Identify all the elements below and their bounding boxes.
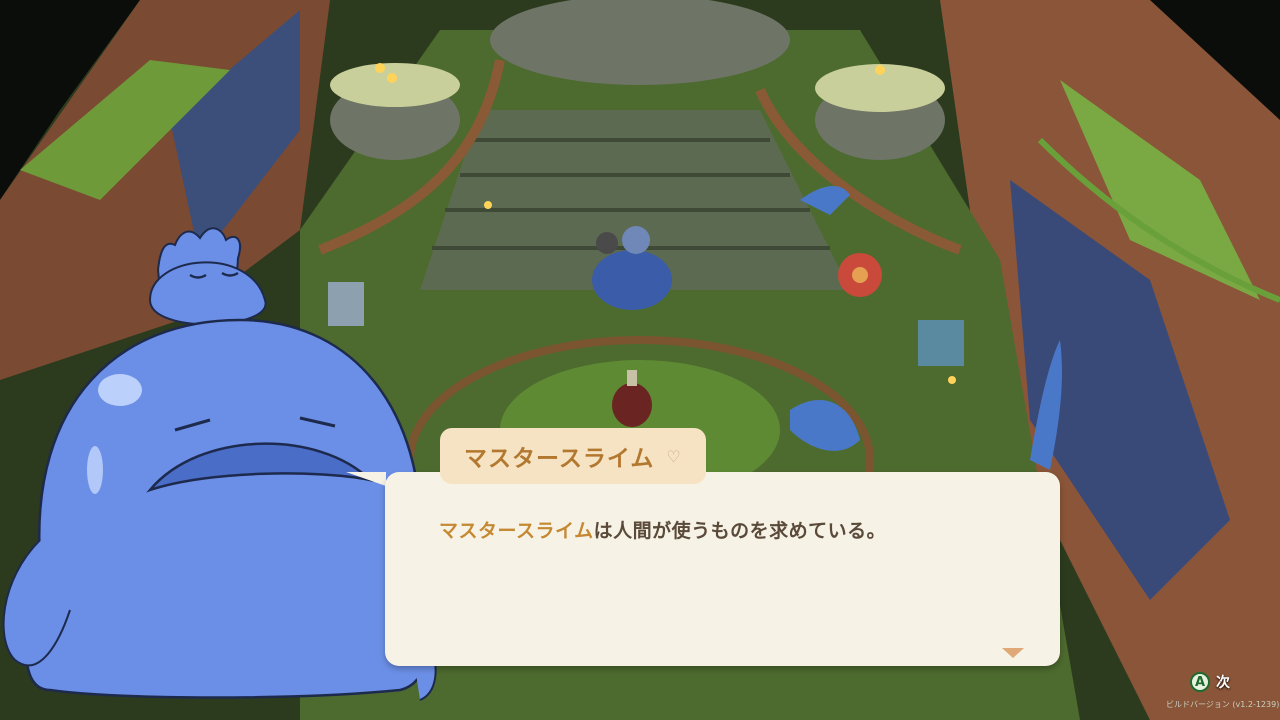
potion-bottle [612, 383, 652, 427]
candle-flame [948, 376, 956, 384]
red-flower-center [852, 267, 868, 283]
next-label: 次 [1216, 675, 1230, 691]
player-character-head [622, 226, 650, 254]
dialog-message: は人間が使うものを求めている。 [593, 520, 887, 542]
potion-neck [627, 370, 637, 386]
heart-icon: ♡ [666, 446, 682, 466]
advance-arrow-icon[interactable] [1002, 648, 1024, 658]
slime-highlight [98, 374, 142, 406]
speaker-name: マスタースライム [464, 446, 655, 472]
slime-highlight [87, 446, 103, 494]
candle-flame [375, 63, 385, 73]
candle-flame [484, 201, 492, 209]
next-button-hint[interactable]: A 次 [1190, 672, 1230, 692]
left-pedestal-top [330, 63, 460, 107]
dialog-tail [346, 472, 386, 486]
player-character-body [592, 250, 672, 310]
dialog-speaker-highlight: マスタースライム [439, 520, 594, 542]
build-version: ビルドバージョン (v1.2-1239) [1166, 700, 1280, 709]
speaker-name-tag: マスタースライム ♡ [440, 428, 706, 484]
a-button-icon: A [1190, 672, 1210, 692]
book-stack [328, 282, 364, 326]
candle-flame [387, 73, 397, 83]
book-stack [918, 320, 964, 366]
player-frying-pan [596, 232, 618, 254]
candle-flame [875, 65, 885, 75]
dialog-text: マスタースライムは人間が使うものを求めている。 [439, 516, 1020, 543]
dialog-box[interactable]: マスタースライムは人間が使うものを求めている。 [385, 472, 1060, 666]
